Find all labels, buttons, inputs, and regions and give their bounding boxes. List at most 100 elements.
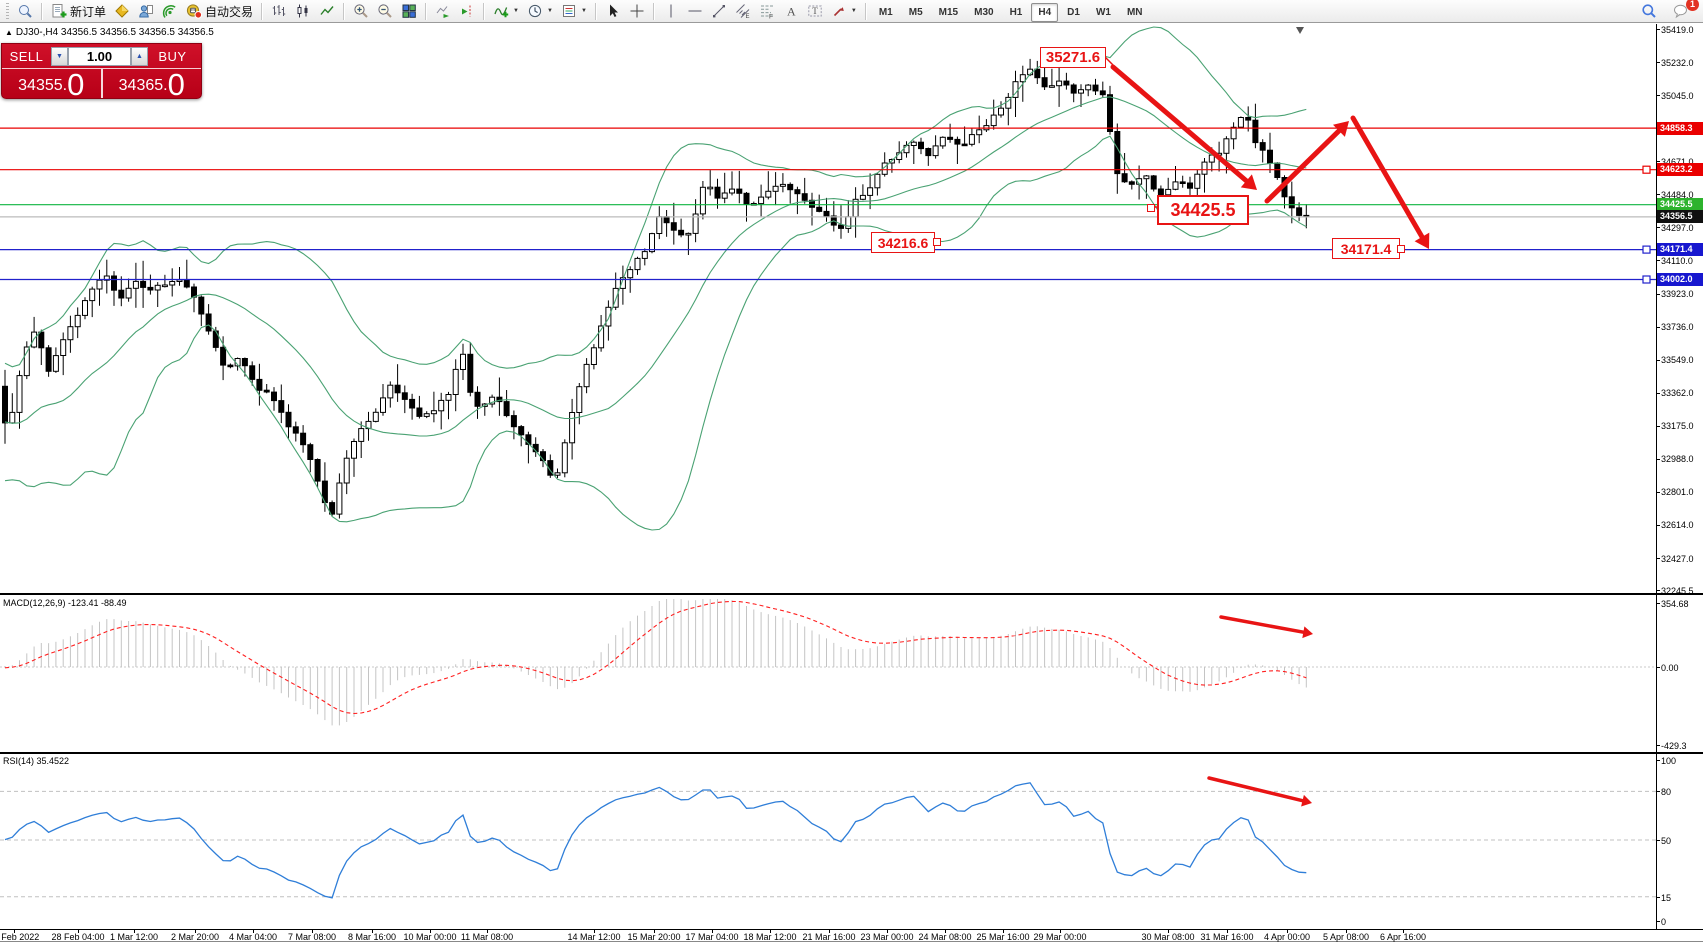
bar-chart-button[interactable]: [267, 1, 291, 21]
timeframe-mn[interactable]: MN: [1120, 3, 1150, 22]
signals-button[interactable]: [158, 1, 182, 21]
macd-axis-label: -429.3: [1661, 741, 1687, 751]
price-tick-label: 34110.0: [1661, 256, 1693, 266]
sell-price-big: 0: [67, 70, 84, 99]
time-axis-label: 18 Mar 12:00: [743, 932, 796, 942]
price-annotation-label[interactable]: 34216.6: [871, 232, 935, 253]
text-tool-button[interactable]: A: [779, 1, 803, 21]
tile-windows-button[interactable]: [397, 1, 421, 21]
equidistant-channel-icon: E: [735, 3, 751, 19]
search-button[interactable]: [1637, 1, 1661, 21]
chart-window-button[interactable]: [13, 1, 37, 21]
timeframe-h1[interactable]: H1: [1003, 3, 1030, 22]
toolbar-separator: [653, 3, 655, 20]
time-axis-label: 2 Mar 20:00: [171, 932, 219, 942]
collapse-panel-icon[interactable]: ▲: [5, 28, 13, 37]
rsi-axis-label: 15: [1661, 893, 1671, 903]
time-axis-label: 1 Mar 12:00: [110, 932, 158, 942]
price-axis-tick: [1656, 426, 1660, 427]
macd-axis-tick: [1656, 667, 1660, 668]
crosshair-tool-button[interactable]: [625, 1, 649, 21]
timeframe-m1[interactable]: M1: [872, 3, 900, 22]
time-axis-label: 23 Mar 00:00: [860, 932, 913, 942]
lot-decrease-button[interactable]: ▼: [51, 47, 68, 66]
symbol-ohlc-line[interactable]: ▲DJ30-,H4 34356.5 34356.5 34356.5 34356.…: [5, 27, 214, 38]
profile-button[interactable]: [134, 1, 158, 21]
chart-mini-icon: [17, 3, 33, 19]
toolbar: 新订单 自动交易: [0, 0, 1703, 23]
timeframe-h4[interactable]: H4: [1031, 3, 1058, 22]
channel-tool-button[interactable]: E: [731, 1, 755, 21]
auto-scroll-button[interactable]: [431, 1, 455, 21]
price-level-badge: 34425.5: [1657, 198, 1703, 211]
horizontal-line-icon: [687, 3, 703, 19]
price-axis-tick: [1656, 492, 1660, 493]
rsi-axis-tick: [1656, 840, 1660, 841]
toolbar-gripper[interactable]: [6, 3, 9, 19]
timeframe-m5[interactable]: M5: [902, 3, 930, 22]
dropdown-icon: ▼: [513, 8, 519, 14]
line-chart-button[interactable]: [315, 1, 339, 21]
text-label-icon: T: [807, 3, 823, 19]
trendline-tool-button[interactable]: [707, 1, 731, 21]
timeframe-m15[interactable]: M15: [932, 3, 965, 22]
candlestick-chart-button[interactable]: [291, 1, 315, 21]
price-level-badge: 34356.5: [1657, 210, 1703, 223]
sell-button[interactable]: SELL: [2, 48, 51, 65]
main-chart[interactable]: [0, 24, 1656, 593]
lot-increase-button[interactable]: ▲: [131, 47, 148, 66]
notifications-button[interactable]: 1: [1669, 1, 1693, 21]
zoom-in-button[interactable]: [349, 1, 373, 21]
price-annotation-label[interactable]: 34171.4: [1332, 238, 1400, 259]
fibonacci-tool-button[interactable]: F: [755, 1, 779, 21]
price-axis-tick: [1656, 227, 1660, 228]
price-axis-tick: [1656, 62, 1660, 63]
pane-separator[interactable]: [0, 593, 1703, 595]
svg-text:F: F: [769, 14, 773, 20]
price-tick-label: 33549.0: [1661, 355, 1694, 365]
annotation-handle[interactable]: [1147, 204, 1155, 212]
rsi-pane[interactable]: [0, 755, 1656, 929]
text-label-tool-button[interactable]: T: [803, 1, 827, 21]
cursor-tool-button[interactable]: [601, 1, 625, 21]
search-icon: [1641, 3, 1657, 19]
arrows-tool-button[interactable]: ▼: [827, 1, 861, 21]
templates-button[interactable]: ▼: [557, 1, 591, 21]
chart-shift-button[interactable]: [455, 1, 479, 21]
macd-pane[interactable]: [0, 596, 1656, 752]
toolbar-separator: [343, 3, 345, 20]
time-axis-label: 24 Mar 08:00: [918, 932, 971, 942]
new-order-button[interactable]: 新订单: [47, 1, 110, 21]
buy-button[interactable]: BUY: [148, 48, 197, 65]
price-axis-tick: [1656, 393, 1660, 394]
toolbar-separator: [865, 3, 867, 20]
line-chart-icon: [319, 3, 335, 19]
svg-text:E: E: [745, 14, 749, 19]
annotation-handle[interactable]: [933, 238, 941, 246]
periods-button[interactable]: ▼: [523, 1, 557, 21]
lot-size-input[interactable]: [68, 47, 131, 66]
time-axis-label: 4 Apr 00:00: [1264, 932, 1310, 942]
autotrading-label: 自动交易: [205, 3, 253, 20]
indicators-button[interactable]: ▼: [489, 1, 523, 21]
timeframe-m30[interactable]: M30: [967, 3, 1000, 22]
pane-separator[interactable]: [0, 752, 1703, 754]
timeframe-w1[interactable]: W1: [1089, 3, 1118, 22]
price-axis-tick: [1656, 161, 1660, 162]
sell-price[interactable]: 34355.0: [2, 69, 101, 99]
buy-price[interactable]: 34365.0: [101, 69, 202, 99]
price-annotation-label[interactable]: 35271.6: [1040, 47, 1106, 68]
time-axis-label: 6 Apr 16:00: [1380, 932, 1426, 942]
market-watch-button[interactable]: [110, 1, 134, 21]
horizontal-line-tool-button[interactable]: [683, 1, 707, 21]
zoom-out-button[interactable]: [373, 1, 397, 21]
autotrading-icon: [186, 3, 202, 19]
price-annotation-label[interactable]: 34425.5: [1157, 195, 1249, 225]
toolbar-separator: [41, 3, 43, 20]
autotrading-button[interactable]: 自动交易: [182, 1, 257, 21]
diamond-icon: [114, 3, 130, 19]
timeframe-d1[interactable]: D1: [1060, 3, 1087, 22]
annotation-handle[interactable]: [1397, 245, 1405, 253]
vertical-line-tool-button[interactable]: [659, 1, 683, 21]
toolbar-right: 1: [1637, 1, 1701, 21]
